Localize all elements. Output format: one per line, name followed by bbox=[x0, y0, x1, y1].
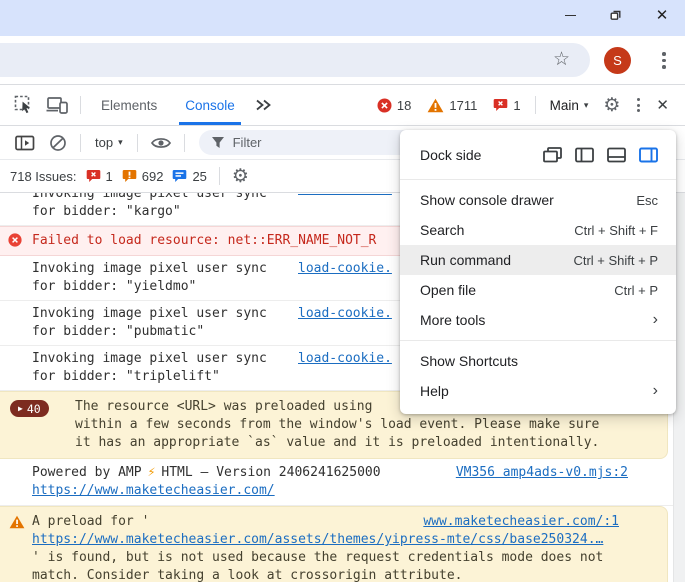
warning-icon bbox=[427, 98, 444, 112]
browser-toolbar: ☆ S bbox=[0, 36, 685, 85]
source-link[interactable]: load-cookie. bbox=[298, 305, 392, 323]
issues-label: 718 Issues: bbox=[10, 168, 77, 184]
source-link[interactable]: load-cookie. bbox=[298, 350, 392, 368]
window-titlebar: ✕ bbox=[0, 0, 685, 36]
menu-separator bbox=[400, 179, 676, 180]
browser-menu-button[interactable] bbox=[658, 50, 670, 71]
console-log-amp: Powered by AMP ⚡ HTML – Version 2406241625… bbox=[0, 459, 685, 506]
divider bbox=[136, 133, 138, 152]
tabbar-right-cluster: 18 1711 1 Main ▾ ⚙ ✕ bbox=[369, 96, 675, 115]
devtools-settings-button[interactable]: ⚙ bbox=[596, 96, 627, 115]
console-warning-preload: A preload for ' www.maketecheasier.com/:… bbox=[0, 506, 668, 582]
expand-arrow-icon: ▶ bbox=[18, 403, 23, 413]
source-link[interactable]: load-cookie. bbox=[298, 193, 392, 199]
console-sidebar-toggle[interactable] bbox=[8, 135, 42, 151]
filter-funnel-icon bbox=[211, 137, 224, 148]
shortcut-label: Ctrl + P bbox=[614, 282, 658, 298]
divider bbox=[534, 96, 536, 114]
clear-console-button[interactable] bbox=[42, 134, 74, 152]
shortcut-label: Ctrl + Shift + P bbox=[573, 252, 658, 268]
divider bbox=[183, 133, 185, 152]
issues-improvements[interactable]: 25 bbox=[172, 169, 207, 184]
error-icon bbox=[8, 233, 22, 247]
submenu-chevron-icon: › bbox=[652, 382, 658, 399]
javascript-context-selector[interactable]: Main ▾ bbox=[550, 98, 589, 113]
divider bbox=[80, 133, 81, 152]
window-restore-button[interactable] bbox=[593, 0, 639, 30]
double-chevron-icon bbox=[256, 99, 271, 111]
window-minimize-button[interactable] bbox=[547, 0, 593, 30]
close-icon: ✕ bbox=[655, 6, 669, 24]
menu-item-open-file[interactable]: Open file Ctrl + P bbox=[400, 275, 676, 305]
shortcut-label: Ctrl + Shift + F bbox=[574, 222, 658, 238]
menu-item-dock-side: Dock side bbox=[400, 136, 676, 174]
amp-bolt-icon: ⚡ bbox=[147, 465, 156, 480]
menu-item-help[interactable]: Help › bbox=[400, 376, 676, 406]
restore-icon bbox=[610, 10, 621, 20]
minimize-icon bbox=[564, 14, 576, 16]
dock-right-icon-active[interactable] bbox=[639, 147, 658, 163]
divider bbox=[80, 96, 81, 114]
devtools-close-button[interactable]: ✕ bbox=[650, 96, 675, 114]
live-expression-button[interactable] bbox=[144, 136, 178, 150]
warning-bubble-icon bbox=[122, 170, 137, 182]
source-link[interactable]: www.maketecheasier.com/:1 bbox=[423, 513, 619, 531]
shortcut-label: Esc bbox=[636, 192, 658, 208]
address-bar[interactable]: ☆ bbox=[0, 43, 590, 77]
warning-group-expand-badge[interactable]: ▶ 40 bbox=[10, 400, 49, 417]
source-link[interactable]: load-cookie. bbox=[298, 260, 392, 278]
error-icon bbox=[377, 98, 392, 112]
inspect-icon bbox=[14, 95, 30, 114]
avatar-letter: S bbox=[613, 53, 622, 68]
dock-bottom-icon[interactable] bbox=[607, 147, 626, 163]
devtools-tabbar: Elements Console 18 1711 1 Main ▾ ⚙ ✕ bbox=[0, 85, 685, 126]
tab-elements[interactable]: Elements bbox=[95, 85, 163, 125]
more-tabs-button[interactable] bbox=[249, 98, 278, 112]
undock-icon[interactable] bbox=[543, 147, 562, 163]
menu-item-show-shortcuts[interactable]: Show Shortcuts bbox=[400, 346, 676, 376]
menu-item-show-console-drawer[interactable]: Show console drawer Esc bbox=[400, 185, 676, 215]
menu-separator bbox=[400, 340, 676, 341]
bookmark-star-icon[interactable]: ☆ bbox=[553, 49, 570, 71]
inspect-element-button[interactable] bbox=[8, 95, 40, 115]
tab-console[interactable]: Console bbox=[179, 85, 241, 125]
profile-avatar[interactable]: S bbox=[604, 47, 631, 74]
issues-settings-button[interactable]: ⚙ bbox=[232, 167, 249, 186]
issues-breaking-changes[interactable]: 692 bbox=[122, 169, 163, 184]
panel-left-icon bbox=[15, 135, 35, 150]
message-bubble-icon bbox=[173, 170, 187, 182]
warning-repeat-count: 40 bbox=[26, 401, 41, 416]
issues-icon bbox=[494, 99, 508, 111]
console-warning-count[interactable]: 1711 bbox=[427, 98, 477, 113]
menu-item-more-tools[interactable]: More tools › bbox=[400, 305, 676, 335]
block-icon bbox=[50, 134, 66, 151]
url-link[interactable]: https://www.maketecheasier.com/assets/th… bbox=[32, 532, 603, 547]
warning-icon bbox=[9, 515, 25, 529]
frame-context-selector[interactable]: top ▾ bbox=[95, 135, 123, 150]
url-link[interactable]: https://www.maketecheasier.com/ bbox=[32, 483, 275, 498]
console-error-count[interactable]: 18 bbox=[377, 98, 411, 113]
divider bbox=[218, 167, 220, 185]
source-link[interactable]: VM356 amp4ads-v0.mjs:2 bbox=[456, 464, 628, 482]
submenu-chevron-icon: › bbox=[652, 311, 658, 328]
chevron-down-icon: ▾ bbox=[583, 99, 589, 110]
menu-item-run-command[interactable]: Run command Ctrl + Shift + P bbox=[400, 245, 676, 275]
window-close-button[interactable]: ✕ bbox=[639, 0, 685, 30]
error-bubble-icon bbox=[86, 170, 100, 182]
device-toolbar-icon bbox=[46, 97, 68, 114]
menu-item-search[interactable]: Search Ctrl + Shift + F bbox=[400, 215, 676, 245]
issues-page-errors[interactable]: 1 bbox=[86, 169, 113, 184]
device-toolbar-button[interactable] bbox=[40, 96, 74, 114]
devtools-menu-button[interactable] bbox=[627, 97, 650, 113]
devtools-main-menu: Dock side Show console drawer Esc Search… bbox=[400, 130, 676, 414]
eye-icon bbox=[150, 137, 171, 148]
chevron-down-icon: ▾ bbox=[118, 137, 123, 147]
issues-count[interactable]: 1 bbox=[493, 98, 521, 113]
dock-left-icon[interactable] bbox=[575, 147, 594, 163]
